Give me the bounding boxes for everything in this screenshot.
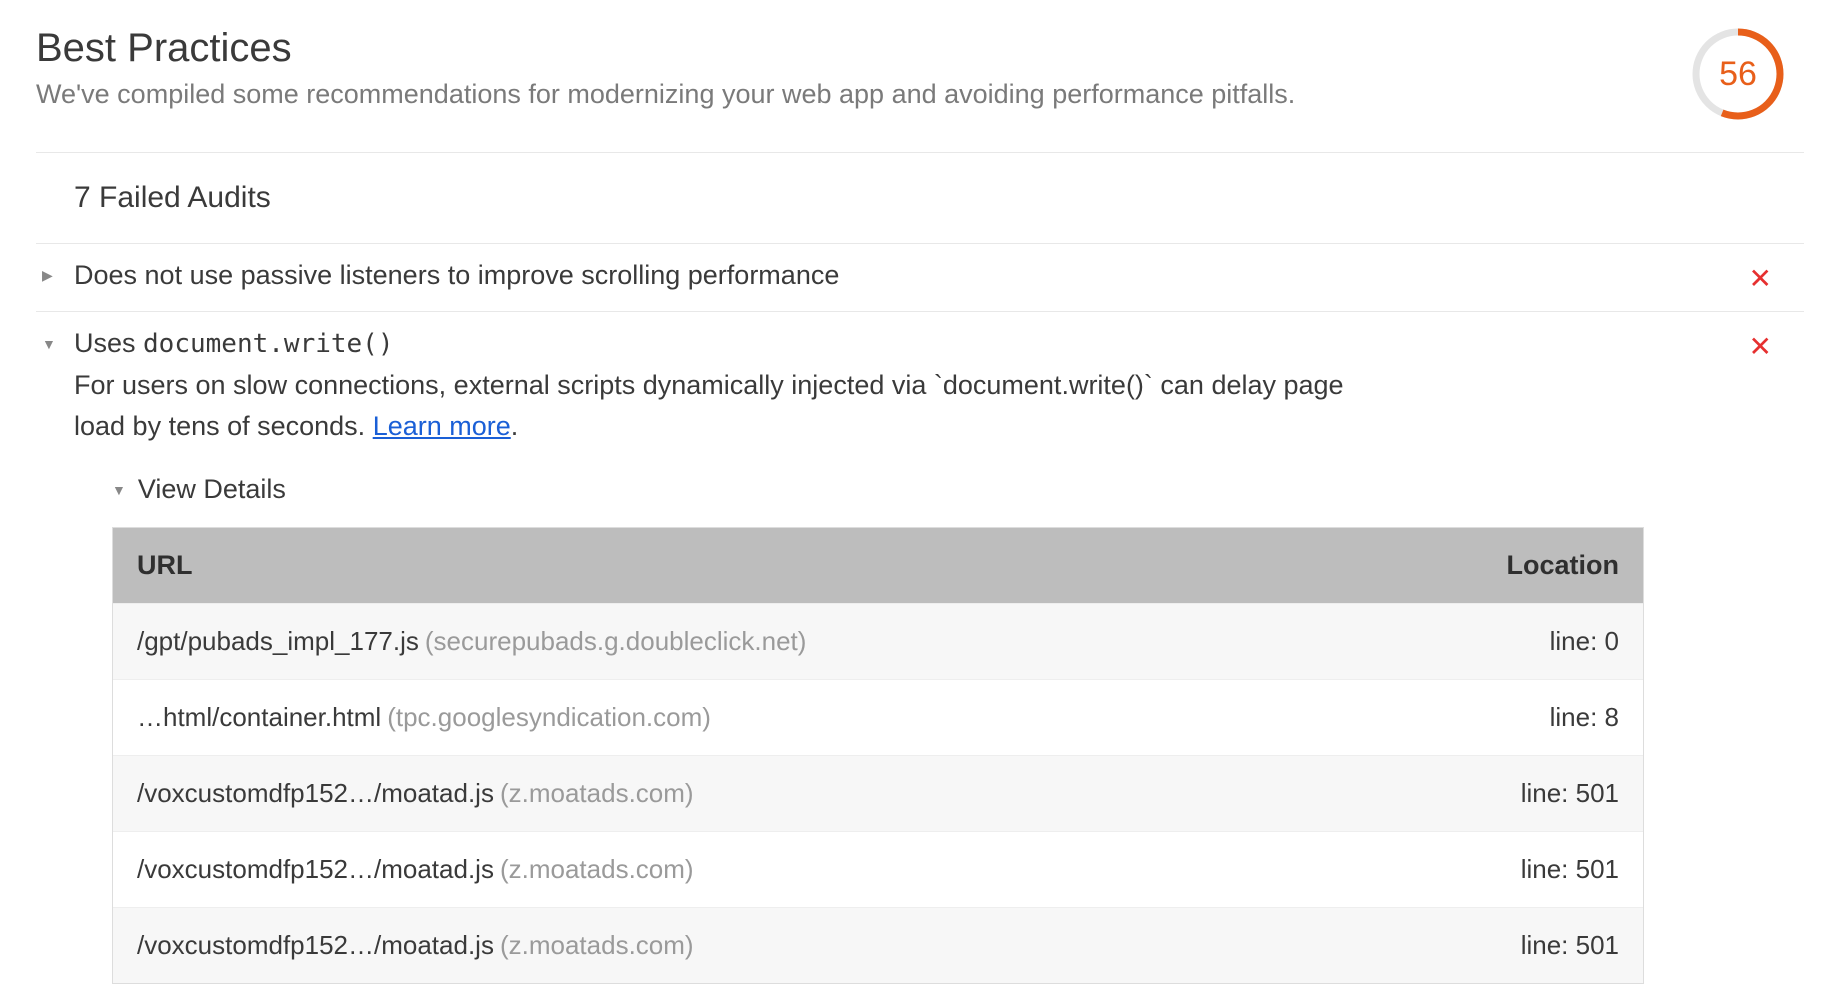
- score-gauge: 56: [1690, 26, 1786, 122]
- failed-audits-heading: 7 Failed Audits: [36, 153, 1804, 244]
- url-host: (z.moatads.com): [500, 930, 694, 960]
- view-details-toggle[interactable]: ▼ View Details: [74, 446, 1804, 527]
- col-header-url: URL: [113, 528, 1413, 603]
- learn-more-link[interactable]: Learn more: [373, 411, 511, 441]
- audit-title: Does not use passive listeners to improv…: [74, 260, 839, 291]
- url-host: (z.moatads.com): [500, 778, 694, 808]
- chevron-right-icon: ▶: [36, 267, 74, 284]
- table-row: /gpt/pubads_impl_177.js(securepubads.g.d…: [113, 603, 1643, 679]
- fail-icon: ✕: [1749, 260, 1772, 295]
- audit-item[interactable]: ▶ Does not use passive listeners to impr…: [36, 244, 1804, 312]
- chevron-down-icon: ▼: [112, 482, 126, 498]
- line-location: line: 8: [1413, 680, 1643, 755]
- audit-item[interactable]: ▼ Uses document.write() For users on slo…: [36, 312, 1804, 446]
- table-row: /voxcustomdfp152…/moatad.js(z.moatads.co…: [113, 907, 1643, 983]
- url-host: (z.moatads.com): [500, 854, 694, 884]
- line-location: line: 0: [1413, 604, 1643, 679]
- url-path: …html/container.html: [137, 702, 381, 732]
- header: Best Practices We've compiled some recom…: [36, 26, 1804, 153]
- url-host: (securepubads.g.doubleclick.net): [425, 626, 807, 656]
- url-path: /gpt/pubads_impl_177.js: [137, 626, 419, 656]
- col-header-location: Location: [1413, 528, 1643, 603]
- url-path: /voxcustomdfp152…/moatad.js: [137, 854, 494, 884]
- page-title: Best Practices: [36, 26, 1690, 71]
- line-location: line: 501: [1413, 756, 1643, 831]
- line-location: line: 501: [1413, 908, 1643, 983]
- score-value: 56: [1690, 26, 1786, 122]
- table-row: /voxcustomdfp152…/moatad.js(z.moatads.co…: [113, 831, 1643, 907]
- chevron-down-icon: ▼: [36, 336, 74, 352]
- url-host: (tpc.googlesyndication.com): [387, 702, 711, 732]
- audit-title: Uses document.write(): [74, 328, 393, 359]
- url-path: /voxcustomdfp152…/moatad.js: [137, 930, 494, 960]
- line-location: line: 501: [1413, 832, 1643, 907]
- table-row: /voxcustomdfp152…/moatad.js(z.moatads.co…: [113, 755, 1643, 831]
- view-details-label: View Details: [138, 474, 286, 505]
- page-subtitle: We've compiled some recommendations for …: [36, 79, 1690, 110]
- table-row: …html/container.html(tpc.googlesyndicati…: [113, 679, 1643, 755]
- details-table: URL Location /gpt/pubads_impl_177.js(sec…: [112, 527, 1644, 984]
- table-header-row: URL Location: [113, 528, 1643, 603]
- url-path: /voxcustomdfp152…/moatad.js: [137, 778, 494, 808]
- fail-icon: ✕: [1749, 328, 1772, 363]
- audit-description: For users on slow connections, external …: [36, 359, 1376, 446]
